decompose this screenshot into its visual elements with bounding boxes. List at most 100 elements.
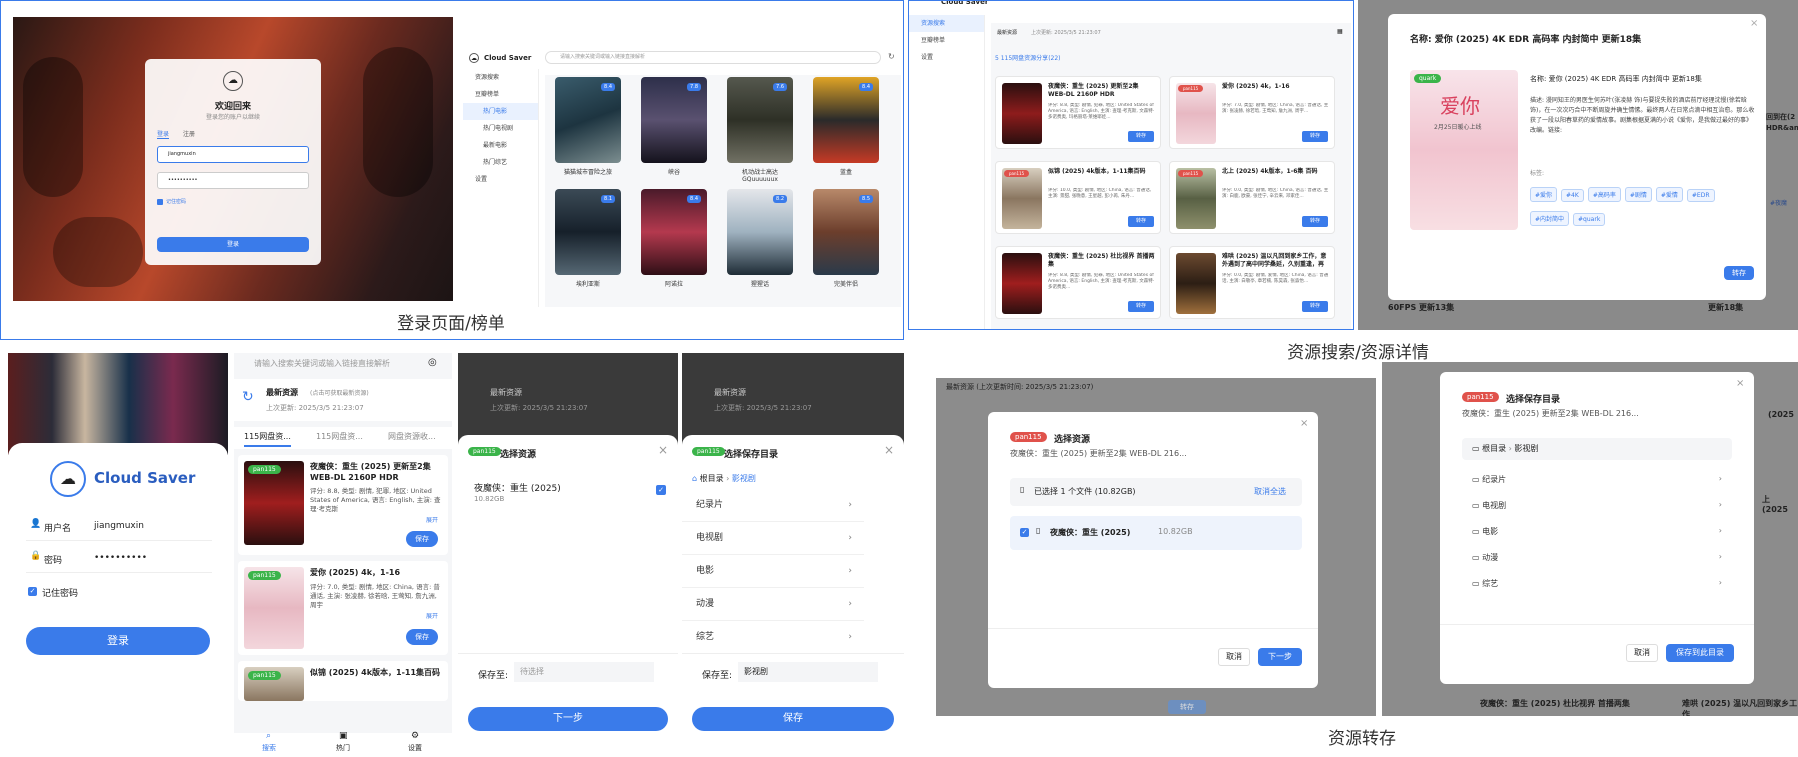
nav-hot-icon[interactable]: ▣ <box>339 731 348 741</box>
folder-label: 动漫 <box>696 599 715 609</box>
next-button[interactable]: 下一步 <box>1258 648 1302 666</box>
save-to-input[interactable]: 影视剧 <box>738 662 878 682</box>
result-card[interactable]: 夜魔侠：重生 (2025) 杜比视界 首播两集 评分: 8.8, 类型: 剧情,… <box>995 246 1161 319</box>
close-icon[interactable]: × <box>884 443 894 457</box>
file-checkbox[interactable]: ✓ <box>1020 528 1029 537</box>
latest-title[interactable]: 最新资源 <box>997 29 1017 36</box>
folder-item[interactable]: ▭ 电视剧 › <box>1472 500 1722 511</box>
password-input[interactable]: •••••••••• <box>157 172 309 189</box>
login-button[interactable]: 登录 <box>157 237 309 252</box>
result-card[interactable]: pan115 爱你 (2025) 4k，1-16 评分: 7.0, 类型: 剧情… <box>1169 76 1335 149</box>
mobile-result[interactable]: pan115 似锦 (2025) 4k版本，1-11集百码 <box>238 661 448 701</box>
file-checkbox[interactable]: ✓ <box>656 485 666 495</box>
remember-checkbox[interactable] <box>157 199 163 205</box>
save-button[interactable]: 转存 <box>1302 301 1328 312</box>
close-icon[interactable]: × <box>1300 418 1308 429</box>
tag-chip[interactable]: #quark <box>1573 213 1606 226</box>
result-card[interactable]: 难哄 (2025) 温以凡回到家乡工作，意外遇到了高中同学桑延，久别重逢，再 评… <box>1169 246 1335 319</box>
tab-2[interactable]: 115网盘资... <box>316 431 363 442</box>
tag-chip[interactable]: #4K <box>1561 189 1584 202</box>
save-button[interactable]: 转存 <box>1302 131 1328 142</box>
save-button[interactable]: 保存 <box>692 707 894 731</box>
nav-hot-tv[interactable]: 热门电视剧 <box>463 120 538 137</box>
tab-1[interactable]: 115网盘资... <box>244 431 291 447</box>
mobile-login-button[interactable]: 登录 <box>26 627 210 655</box>
close-icon[interactable]: × <box>658 443 668 457</box>
folder-item[interactable]: ▭ 综艺 › <box>1472 578 1722 589</box>
folder-item[interactable]: 电影 › <box>682 555 864 588</box>
user-icon[interactable]: ◎ <box>428 357 437 368</box>
nav-settings-label[interactable]: 设置 <box>408 743 422 753</box>
quark-badge: quark <box>1414 74 1442 83</box>
expand-link[interactable]: 展开 <box>426 515 438 524</box>
latest-block[interactable]: ↻ 最新资源 (点击可获取最新资源) 上次更新: 2025/3/5 21:23:… <box>234 379 452 421</box>
save-button[interactable]: 保存 <box>406 531 438 547</box>
nav-latest-movies[interactable]: 最新电影 <box>463 137 538 154</box>
tag-chip[interactable]: #剧情 <box>1624 187 1652 202</box>
breadcrumb-root[interactable]: 根目录 <box>1482 444 1506 453</box>
mobile-search-input[interactable]: 请输入搜索关键词或输入链接直接解析 <box>240 355 416 373</box>
nav-hot-movies[interactable]: 热门电影 <box>463 103 538 120</box>
tab-3[interactable]: 网盘资源收... <box>388 431 436 442</box>
nav-settings[interactable]: 设置 <box>909 49 984 66</box>
nav-hot-variety[interactable]: 热门综艺 <box>463 154 538 171</box>
username-row[interactable]: 👤 用户名 jiangmuxin <box>26 515 212 541</box>
nav-search[interactable]: 资源搜索 <box>463 69 538 86</box>
password-row[interactable]: 🔒 密码 •••••••••• <box>26 547 212 573</box>
tag-chip[interactable]: #爱情 <box>1655 187 1683 202</box>
nav-ranking[interactable]: 豆瓣榜单 <box>463 86 538 103</box>
tab-register[interactable]: 注册 <box>183 129 195 138</box>
nav-search-icon[interactable]: ⌕ <box>266 731 271 741</box>
cancel-button[interactable]: 取消 <box>1218 648 1250 666</box>
username-input[interactable]: jiangmuxin <box>157 146 309 163</box>
result-title: 北上 (2025) 4k版本，1-6集 百码 <box>1222 168 1318 175</box>
expand-link[interactable]: 展开 <box>426 611 438 620</box>
tag-chip[interactable]: #爱你 <box>1530 187 1558 202</box>
nav-settings[interactable]: 设置 <box>463 171 538 188</box>
cancel-all-link[interactable]: 取消全选 <box>1254 486 1286 497</box>
mobile-result[interactable]: pan115 爱你 (2025) 4k，1-16 评分: 7.0, 类型: 剧情… <box>238 561 448 655</box>
tag-chip[interactable]: #EDR <box>1686 189 1715 202</box>
tab-login[interactable]: 登录 <box>157 129 170 139</box>
nav-hot-label[interactable]: 热门 <box>336 743 350 753</box>
save-button[interactable]: 转存 <box>1302 216 1328 227</box>
folder-item[interactable]: 纪录片 › <box>682 489 864 522</box>
result-card[interactable]: pan115 北上 (2025) 4k版本，1-6集 百码 评分: 0.0, 类… <box>1169 161 1335 234</box>
save-button[interactable]: 保存 <box>406 629 438 645</box>
result-card[interactable]: 夜魔侠：重生 (2025) 更新至2集 WEB-DL 2160P HDR 评分:… <box>995 76 1161 149</box>
folder-item[interactable]: 综艺 › <box>682 621 864 654</box>
file-row[interactable]: ✓ ▯ 夜魔侠：重生 (2025) 10.82GB <box>1010 516 1302 550</box>
close-icon[interactable]: × <box>1736 378 1744 389</box>
close-icon[interactable]: × <box>1750 18 1758 29</box>
q3-panel: ☁ Cloud Saver 👤 用户名 jiangmuxin 🔒 密码 ••••… <box>0 345 908 757</box>
cancel-button[interactable]: 取消 <box>1626 644 1658 662</box>
nav-search[interactable]: 资源搜索 <box>909 15 984 32</box>
nav-search-label[interactable]: 搜索 <box>262 743 276 753</box>
next-button[interactable]: 下一步 <box>468 707 668 731</box>
mobile-result[interactable]: pan115 夜魔侠：重生 (2025) 更新至2集 WEB-DL 2160P … <box>238 455 448 555</box>
save-button[interactable]: 转存 <box>1128 131 1154 142</box>
folder-item[interactable]: ▭ 电影 › <box>1472 526 1722 537</box>
tag-chip[interactable]: #高码率 <box>1587 187 1621 202</box>
folder-item[interactable]: 动漫 › <box>682 588 864 621</box>
folder-item[interactable]: ▭ 动漫 › <box>1472 552 1722 563</box>
nav-ranking[interactable]: 豆瓣榜单 <box>909 32 984 49</box>
save-to-input[interactable]: 待选择 <box>514 662 654 682</box>
save-button[interactable]: 转存 <box>1128 301 1154 312</box>
nav-settings-icon[interactable]: ⚙ <box>411 731 419 741</box>
save-button[interactable]: 转存 <box>1128 216 1154 227</box>
breadcrumb-root[interactable]: 根目录 <box>700 474 724 483</box>
result-card[interactable]: pan115 似锦 (2025) 4k版本，1-11集百码 评分: 10.0, … <box>995 161 1161 234</box>
remember-checkbox[interactable]: ✓ <box>28 587 37 596</box>
detail-save-button[interactable]: 转存 <box>1724 266 1754 280</box>
search-input[interactable]: 请输入搜索关键词或输入链接直接解析 <box>545 51 881 64</box>
detail-name: 名称: 爱你 (2025) 4K EDR 高码率 内封简中 更新18集 <box>1530 75 1702 83</box>
group-header[interactable]: 5 115网盘资源分享(22) <box>995 53 1061 62</box>
refresh-icon[interactable]: ↻ <box>888 52 895 61</box>
folder-item[interactable]: 电视剧 › <box>682 522 864 555</box>
grid-view-icon[interactable]: ▦ <box>1337 28 1343 35</box>
tag-chip[interactable]: #内封简中 <box>1530 211 1570 226</box>
folder-item[interactable]: ▭ 纪录片 › <box>1472 474 1722 485</box>
result-desc: 评分: 0.0, 类型: 剧情, 爱情, 地区: China, 语言: 普通话,… <box>1222 273 1329 284</box>
save-here-button[interactable]: 保存到此目录 <box>1666 644 1734 662</box>
